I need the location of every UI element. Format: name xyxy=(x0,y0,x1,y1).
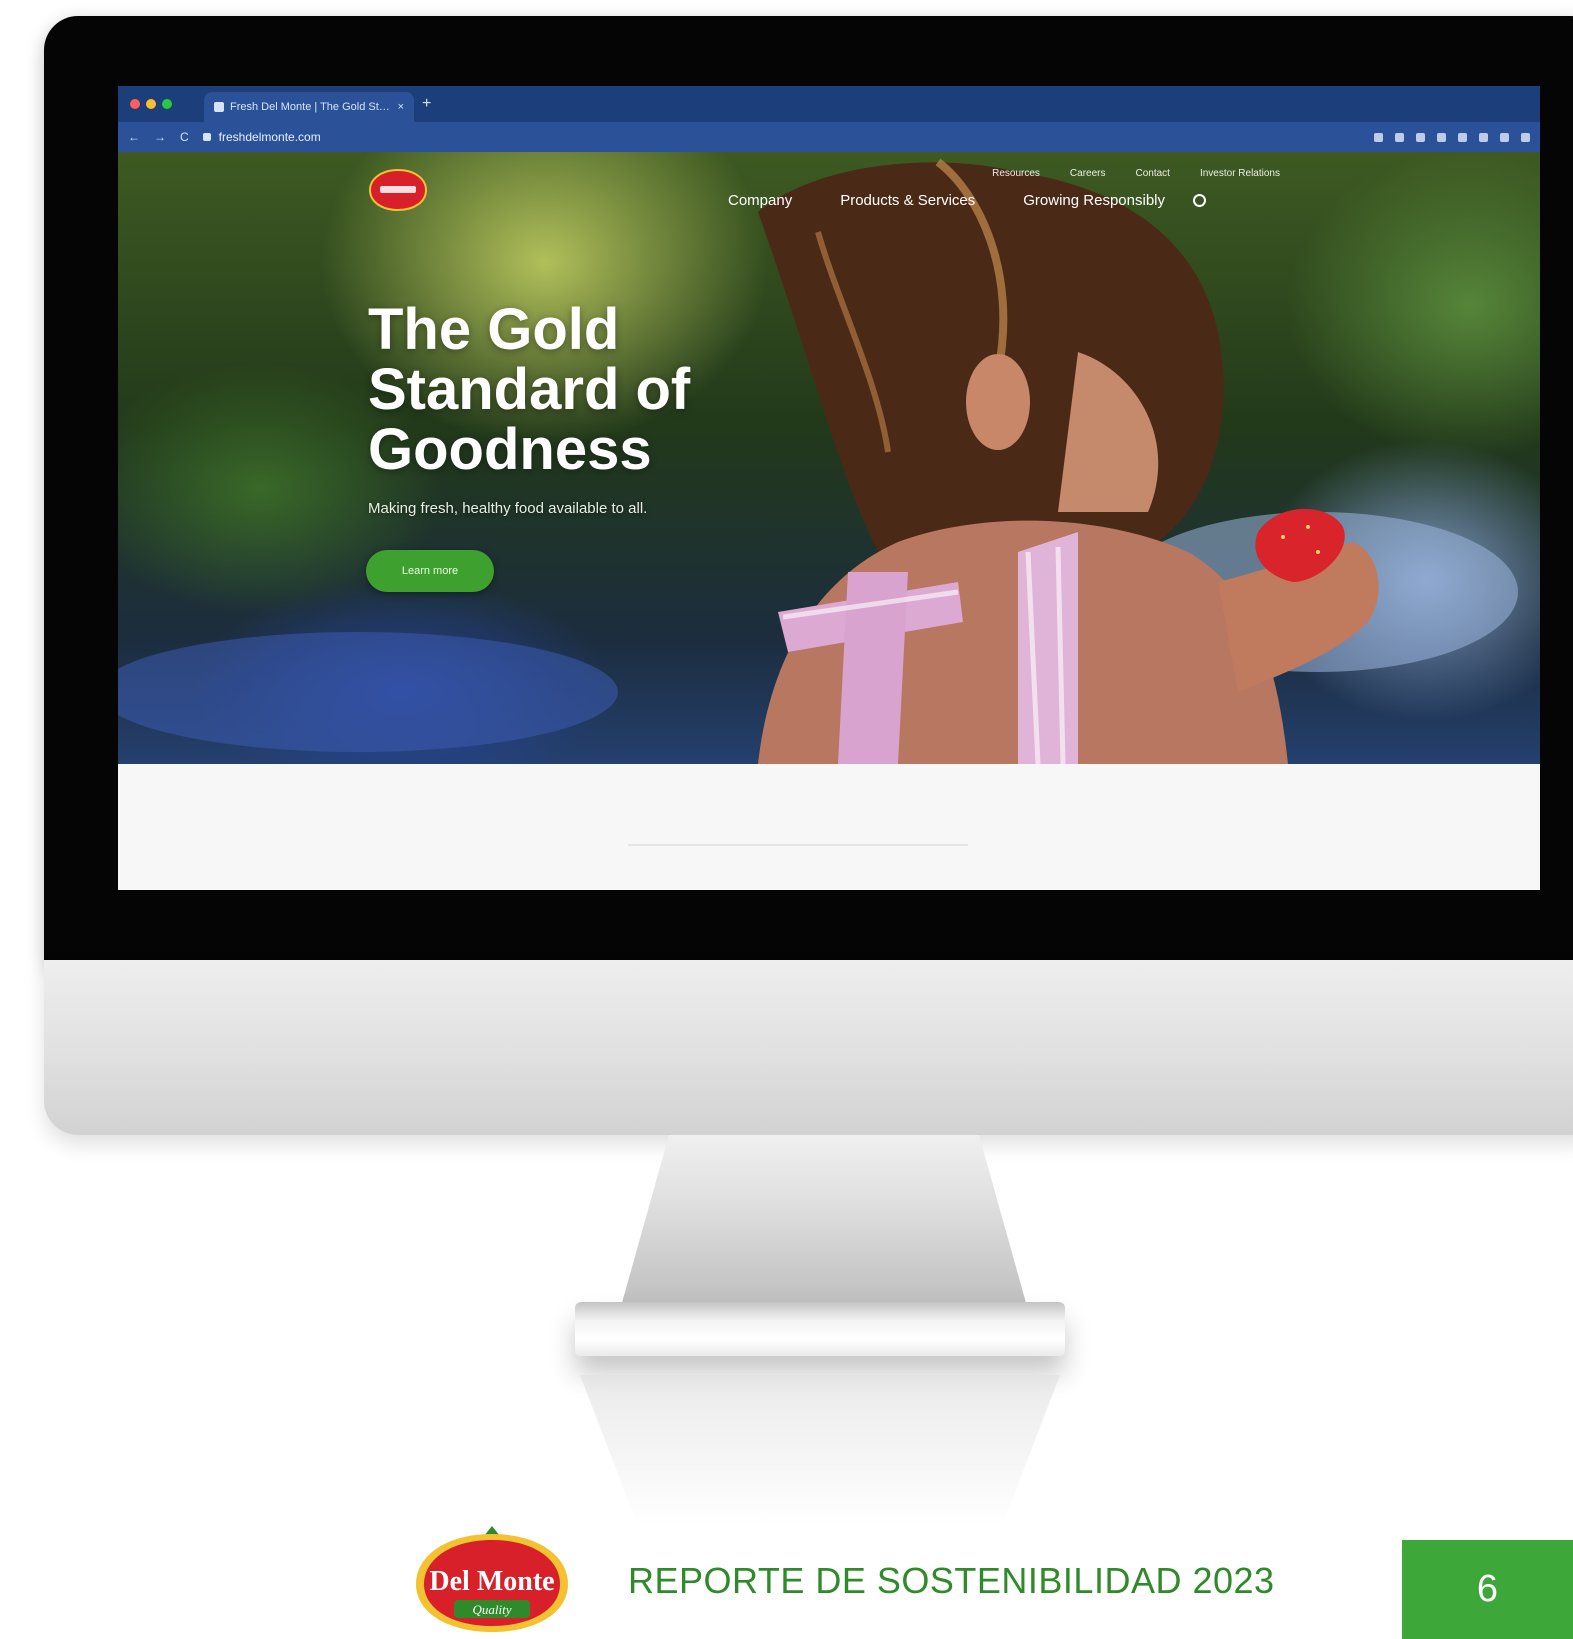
star-icon[interactable] xyxy=(1416,132,1425,142)
tab-close-icon[interactable]: × xyxy=(398,101,404,113)
profile-icon[interactable] xyxy=(1500,132,1509,142)
main-nav: Company Products & Services Growing Resp… xyxy=(728,192,1206,209)
minimize-window-icon[interactable] xyxy=(146,99,156,109)
learn-more-button[interactable]: Learn more xyxy=(366,550,494,592)
stand-reflection xyxy=(580,1375,1060,1525)
extension-icon[interactable] xyxy=(1437,132,1446,142)
browser-extension-icons xyxy=(1374,132,1530,142)
back-arrow-icon[interactable]: ← xyxy=(128,130,140,144)
favicon-icon xyxy=(214,102,224,112)
utility-nav: Resources Careers Contact Investor Relat… xyxy=(992,168,1280,179)
hero-title: The Gold Standard of Goodness xyxy=(368,297,691,482)
page-content-below-hero xyxy=(118,764,1540,890)
hero-banner: Resources Careers Contact Investor Relat… xyxy=(118,152,1540,764)
browser-tab-strip: Fresh Del Monte | The Gold Standard × + xyxy=(118,86,1540,122)
del-monte-logo[interactable] xyxy=(368,168,428,212)
report-title: REPORTE DE SOSTENIBILIDAD 2023 xyxy=(628,1560,1275,1601)
sidebar-icon[interactable] xyxy=(1479,132,1488,142)
nav-investor-relations-link[interactable]: Investor Relations xyxy=(1200,168,1280,179)
reload-icon[interactable]: C xyxy=(180,130,189,144)
nav-contact-link[interactable]: Contact xyxy=(1135,168,1169,179)
browser-toolbar: ← → C freshdelmonte.com xyxy=(118,122,1540,152)
lock-icon xyxy=(202,133,211,141)
del-monte-quality-logo: Del Monte Quality xyxy=(416,1526,568,1632)
logo-tagline: Quality xyxy=(473,1602,512,1617)
logo-wordmark: Del Monte xyxy=(429,1566,554,1597)
menu-icon[interactable] xyxy=(1521,132,1530,142)
zoom-icon[interactable] xyxy=(1374,132,1383,142)
reading-list-icon[interactable] xyxy=(1458,132,1467,142)
hero-subtitle: Making fresh, healthy food available to … xyxy=(368,500,648,517)
nav-company-link[interactable]: Company xyxy=(728,192,792,209)
report-page: Fresh Del Monte | The Gold Standard × + … xyxy=(0,0,1573,1639)
monitor-stand xyxy=(620,1135,1028,1310)
divider xyxy=(628,844,968,846)
nav-growing-responsibly-link[interactable]: Growing Responsibly xyxy=(1023,192,1165,209)
browser-tab-title: Fresh Del Monte | The Gold Standard xyxy=(230,101,392,113)
monitor-chin xyxy=(44,960,1573,1135)
forward-arrow-icon[interactable]: → xyxy=(154,130,166,144)
new-tab-button[interactable]: + xyxy=(422,94,431,114)
nav-resources-link[interactable]: Resources xyxy=(992,168,1040,179)
hero-photo-girl-with-strawberry xyxy=(118,158,1518,764)
monitor-screen: Fresh Del Monte | The Gold Standard × + … xyxy=(118,86,1540,890)
page-number: 6 xyxy=(1402,1540,1573,1639)
url-text: freshdelmonte.com xyxy=(218,130,321,144)
nav-careers-link[interactable]: Careers xyxy=(1070,168,1106,179)
maximize-window-icon[interactable] xyxy=(162,99,172,109)
search-icon[interactable] xyxy=(1193,194,1206,207)
nav-products-services-link[interactable]: Products & Services xyxy=(840,192,975,209)
browser-tab[interactable]: Fresh Del Monte | The Gold Standard × xyxy=(204,92,414,122)
close-window-icon[interactable] xyxy=(130,99,140,109)
address-bar[interactable]: freshdelmonte.com xyxy=(202,130,1360,144)
monitor-stand-base xyxy=(575,1302,1065,1356)
share-icon[interactable] xyxy=(1395,132,1404,142)
